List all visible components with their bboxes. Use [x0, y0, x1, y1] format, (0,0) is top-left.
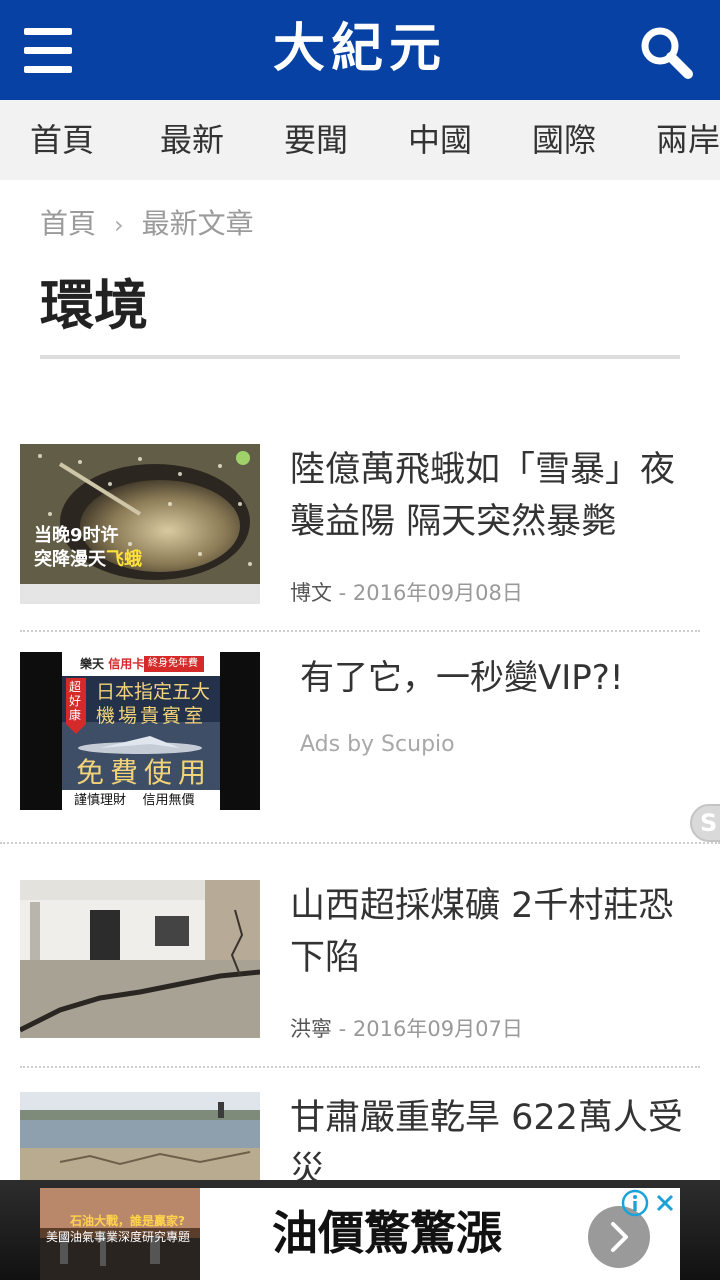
- ad-close-icon[interactable]: [650, 1188, 680, 1218]
- top-header: 大紀元: [0, 0, 720, 100]
- side-float-tab[interactable]: S: [690, 804, 720, 842]
- site-logo[interactable]: 大紀元: [238, 14, 482, 84]
- nav-item-headlines[interactable]: 要聞: [284, 100, 348, 180]
- article-item[interactable]: 甘肅嚴重乾旱 622萬人受災: [20, 1092, 700, 1180]
- search-icon[interactable]: [636, 22, 696, 82]
- title-divider: [40, 355, 680, 359]
- article-item[interactable]: 当晚9时许 突降漫天飞蛾 陸億萬飛蛾如「雪暴」夜襲益陽 隔天突然暴斃 博文 - …: [20, 444, 700, 609]
- nav-item-cross-strait[interactable]: 兩岸: [656, 100, 720, 180]
- page-title: 環境: [40, 274, 148, 337]
- banner-ad-image[interactable]: 石油大戰，誰是贏家? 美國油氣事業深度研究專題: [40, 1188, 200, 1280]
- thumbnail-caption: 当晚9时许 突降漫天飞蛾: [34, 525, 142, 570]
- breadcrumb-current[interactable]: 最新文章: [142, 207, 254, 240]
- list-divider: [0, 842, 720, 844]
- ad-badge: 終身免年費: [148, 658, 198, 669]
- article-author: 洪寧: [290, 1017, 332, 1041]
- list-divider: [20, 1066, 700, 1068]
- nav-item-latest[interactable]: 最新: [160, 100, 224, 180]
- list-divider: [20, 630, 700, 632]
- article-thumbnail[interactable]: [20, 880, 260, 1038]
- article-thumbnail[interactable]: [20, 1092, 260, 1180]
- ad-attribution[interactable]: Ads by Scupio: [300, 732, 455, 757]
- article-title[interactable]: 甘肅嚴重乾旱 622萬人受災: [290, 1092, 695, 1180]
- nav-item-home[interactable]: 首頁: [30, 100, 94, 180]
- article-title[interactable]: 山西超採煤礦 2千村莊恐下陷: [290, 880, 695, 984]
- ad-thumbnail[interactable]: 樂天 信用卡 終身免年費 超好康 日本指定五大 機場貴賓室 免費使用 謹慎理財 …: [20, 652, 260, 810]
- ad-line-3: 免費使用: [76, 756, 213, 789]
- nav-item-china[interactable]: 中國: [408, 100, 472, 180]
- article-title[interactable]: 陸億萬飛蛾如「雪暴」夜襲益陽 隔天突然暴斃: [290, 444, 695, 548]
- breadcrumb: 首頁 › 最新文章: [40, 200, 254, 248]
- hamburger-menu-icon[interactable]: [24, 28, 72, 74]
- ad-disclaimer: 謹慎理財 信用無價: [74, 793, 195, 808]
- nav-item-international[interactable]: 國際: [532, 100, 596, 180]
- article-date: - 2016年09月07日: [332, 1017, 523, 1041]
- breadcrumb-home[interactable]: 首頁: [40, 207, 96, 240]
- banner-image-headline: 石油大戰，誰是贏家?: [70, 1214, 185, 1228]
- ad-title[interactable]: 有了它，一秒變VIP?!: [300, 652, 623, 704]
- ad-line-1: 日本指定五大: [96, 681, 211, 703]
- category-nav: 首頁 最新 要聞 中國 國際 兩岸: [0, 100, 720, 180]
- sponsored-item[interactable]: 樂天 信用卡 終身免年費 超好康 日本指定五大 機場貴賓室 免費使用 謹慎理財 …: [20, 652, 700, 812]
- article-thumbnail[interactable]: 当晚9时许 突降漫天飞蛾: [20, 444, 260, 604]
- banner-ad-text[interactable]: 油價驚驚漲: [272, 1202, 502, 1264]
- banner-ad-box[interactable]: 石油大戰，誰是贏家? 美國油氣事業深度研究專題 油價驚驚漲: [40, 1188, 680, 1280]
- ad-side-label: 超好康: [69, 680, 82, 722]
- article-author: 博文: [290, 581, 332, 605]
- breadcrumb-separator: ›: [114, 211, 124, 239]
- bottom-banner-ad: 石油大戰，誰是贏家? 美國油氣事業深度研究專題 油價驚驚漲: [0, 1180, 720, 1280]
- ad-brand: 樂天 信用卡: [80, 657, 145, 671]
- banner-image-subline: 美國油氣事業深度研究專題: [46, 1230, 191, 1244]
- article-item[interactable]: 山西超採煤礦 2千村莊恐下陷 洪寧 - 2016年09月07日: [20, 880, 700, 1045]
- article-meta: 博文 - 2016年09月08日: [290, 578, 523, 608]
- ad-line-2: 機場貴賓室: [96, 705, 207, 727]
- ad-info-icon[interactable]: [620, 1188, 650, 1218]
- article-meta: 洪寧 - 2016年09月07日: [290, 1014, 523, 1044]
- article-date: - 2016年09月08日: [332, 581, 523, 605]
